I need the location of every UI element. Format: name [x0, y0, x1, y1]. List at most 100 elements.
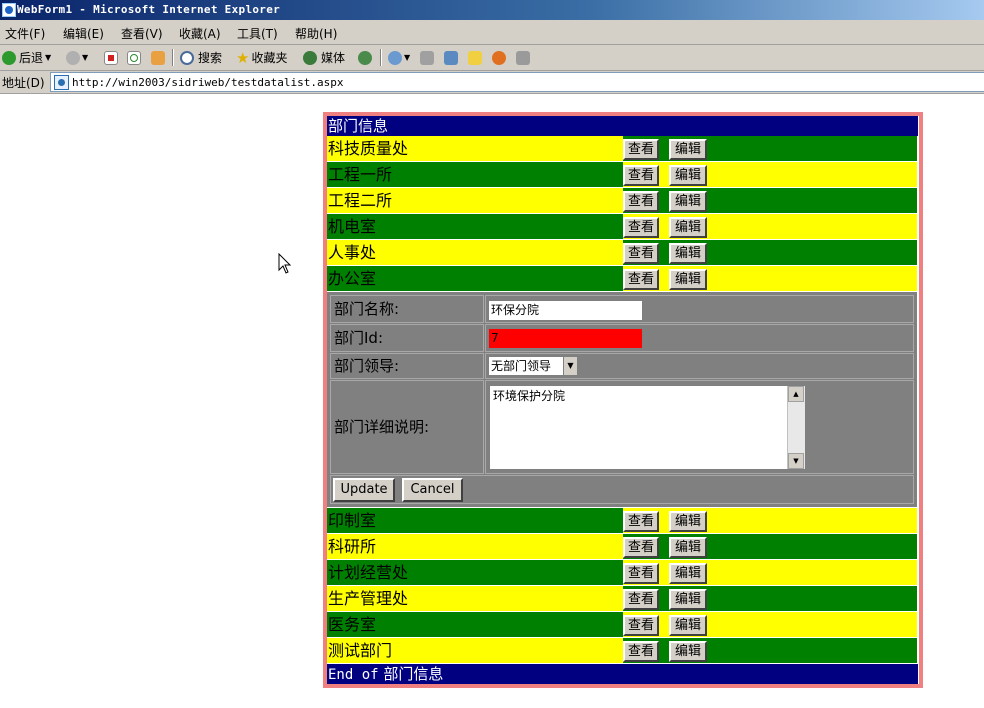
list-item: 办公室 查看 编辑	[327, 266, 917, 291]
list-item: 人事处 查看 编辑	[327, 240, 917, 265]
id-label: 部门Id:	[330, 324, 484, 352]
department-name: 人事处	[327, 240, 624, 265]
edit-actions-row: Update Cancel	[330, 475, 914, 504]
department-name: 科技质量处	[327, 136, 624, 161]
department-name: 工程一所	[327, 162, 624, 187]
scroll-down-icon[interactable]: ▼	[788, 453, 804, 469]
edit-button[interactable]: 编辑	[669, 615, 707, 636]
research-button[interactable]	[516, 48, 530, 67]
view-button[interactable]: 查看	[623, 191, 659, 212]
view-button[interactable]: 查看	[623, 139, 659, 160]
dropdown-arrow-icon[interactable]: ▼	[82, 53, 88, 62]
view-button[interactable]: 查看	[623, 243, 659, 264]
name-input[interactable]: 环保分院	[488, 300, 643, 321]
view-button[interactable]: 查看	[623, 165, 659, 186]
star-icon: ★	[236, 48, 250, 67]
edit-button[interactable]: 编辑	[669, 511, 707, 532]
name-cell: 环保分院	[485, 295, 914, 323]
history-button[interactable]	[358, 48, 372, 67]
menu-bar: 文件(F) 编辑(E) 查看(V) 收藏(A) 工具(T) 帮助(H)	[0, 20, 984, 45]
stop-button[interactable]	[104, 48, 118, 67]
view-button[interactable]: 查看	[623, 217, 659, 238]
media-icon	[303, 50, 317, 65]
datalist-header: 部门信息	[327, 116, 918, 136]
view-button[interactable]: 查看	[623, 537, 659, 558]
view-button[interactable]: 查看	[623, 615, 659, 636]
edit-button[interactable]: 编辑	[669, 191, 707, 212]
edit-page-button[interactable]	[444, 48, 458, 67]
department-name: 印制室	[327, 508, 624, 533]
desc-textarea[interactable]: 环境保护分院 ▲ ▼	[489, 385, 806, 470]
row-fill	[623, 612, 917, 637]
refresh-button[interactable]	[127, 48, 141, 67]
edit-button[interactable]: 编辑	[669, 537, 707, 558]
view-button[interactable]: 查看	[623, 269, 659, 290]
department-name: 办公室	[327, 266, 624, 291]
search-button[interactable]: 搜索	[180, 48, 222, 67]
view-button[interactable]: 查看	[623, 641, 659, 662]
menu-file[interactable]: 文件(F)	[5, 25, 45, 42]
edit-button[interactable]: 编辑	[669, 589, 707, 610]
menu-favorites[interactable]: 收藏(A)	[179, 25, 221, 42]
leader-select-value: 无部门领导	[491, 359, 552, 373]
view-button[interactable]: 查看	[623, 511, 659, 532]
back-arrow-icon	[2, 50, 16, 65]
footer-name: 部门信息	[383, 665, 444, 683]
menu-help[interactable]: 帮助(H)	[295, 25, 337, 42]
view-button[interactable]: 查看	[623, 589, 659, 610]
menu-tools[interactable]: 工具(T)	[237, 25, 278, 42]
list-item: 生产管理处 查看 编辑	[327, 586, 917, 611]
view-button[interactable]: 查看	[623, 563, 659, 584]
menu-view[interactable]: 查看(V)	[121, 25, 163, 42]
cancel-button[interactable]: Cancel	[402, 478, 463, 502]
id-input[interactable]: 7	[488, 328, 643, 349]
mouse-cursor-icon	[278, 253, 292, 274]
chevron-down-icon[interactable]: ▼	[563, 357, 577, 375]
edit-button[interactable]: 编辑	[669, 269, 707, 290]
forward-button[interactable]: ▼	[66, 48, 88, 67]
media-button[interactable]: 媒体	[303, 48, 345, 67]
leader-select[interactable]: 无部门领导 ▼	[488, 356, 578, 376]
edit-item-panel: 部门名称: 环保分院 部门Id: 7 部门领导: 无部门领导 ▼ 部门详细说明:…	[327, 292, 917, 507]
discuss-button[interactable]	[468, 48, 482, 67]
mail-button[interactable]: ▼	[388, 48, 410, 67]
list-item: 医务室 查看 编辑	[327, 612, 917, 637]
scroll-up-icon[interactable]: ▲	[788, 386, 804, 402]
department-name: 科研所	[327, 534, 624, 559]
row-fill	[623, 240, 917, 265]
messenger-button[interactable]	[492, 48, 506, 67]
row-fill	[623, 586, 917, 611]
row-fill	[623, 136, 917, 161]
menu-edit[interactable]: 编辑(E)	[63, 25, 104, 42]
department-name: 计划经营处	[327, 560, 624, 585]
address-url[interactable]: http://win2003/sidriweb/testdatalist.asp…	[72, 76, 344, 89]
leader-label: 部门领导:	[330, 353, 484, 379]
title-bar: WebForm1 - Microsoft Internet Explorer	[0, 0, 984, 20]
department-name: 医务室	[327, 612, 624, 637]
print-button[interactable]	[420, 48, 434, 67]
back-button[interactable]: 后退 ▼	[2, 48, 51, 67]
edit-button[interactable]: 编辑	[669, 641, 707, 662]
home-button[interactable]	[151, 48, 165, 67]
list-item: 机电室 查看 编辑	[327, 214, 917, 239]
edit-button[interactable]: 编辑	[669, 165, 707, 186]
edit-button[interactable]: 编辑	[669, 243, 707, 264]
update-button[interactable]: Update	[333, 478, 395, 502]
print-icon	[420, 50, 434, 65]
list-item: 科研所 查看 编辑	[327, 534, 917, 559]
home-icon	[151, 50, 165, 65]
window-title: WebForm1 - Microsoft Internet Explorer	[17, 3, 281, 16]
research-icon	[516, 50, 530, 65]
edit-button[interactable]: 编辑	[669, 217, 707, 238]
textarea-scrollbar[interactable]: ▲ ▼	[787, 386, 805, 469]
row-fill	[623, 188, 917, 213]
dropdown-arrow-icon[interactable]: ▼	[404, 53, 410, 62]
edit-button[interactable]: 编辑	[669, 139, 707, 160]
desc-cell: 环境保护分院 ▲ ▼	[485, 380, 914, 474]
ie-icon	[2, 3, 16, 17]
favorites-button[interactable]: ★ 收藏夹	[236, 48, 287, 67]
edit-button[interactable]: 编辑	[669, 563, 707, 584]
dropdown-arrow-icon[interactable]: ▼	[45, 53, 51, 62]
page-icon	[54, 75, 69, 90]
address-input[interactable]: http://win2003/sidriweb/testdatalist.asp…	[50, 72, 984, 92]
